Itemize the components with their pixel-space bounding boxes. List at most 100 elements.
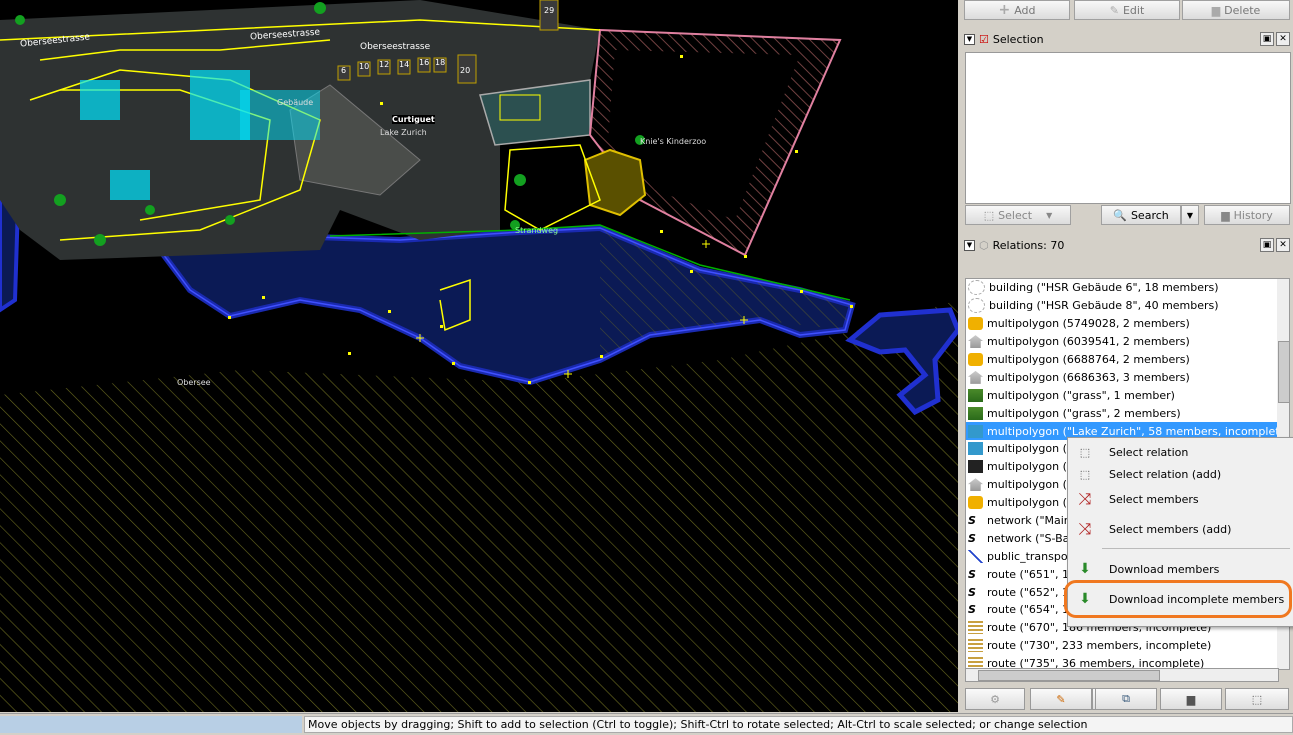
map-canvas[interactable] bbox=[0, 0, 958, 712]
menu-select-members-add[interactable]: ⤨ Select members (add) bbox=[1068, 516, 1293, 542]
route-icon: S bbox=[968, 585, 976, 599]
relation-label: multipolygon ("Lake Zurich", 58 members,… bbox=[987, 424, 1279, 438]
delete-button[interactable]: ▆ Delete bbox=[1182, 0, 1290, 20]
relation-label: route ("654", 19 bbox=[987, 603, 1076, 617]
building-label: Gebäude bbox=[277, 98, 314, 107]
scrollbar-thumb[interactable] bbox=[1278, 341, 1290, 403]
stairs-icon bbox=[968, 639, 983, 653]
stairs-icon bbox=[968, 621, 983, 635]
collapse-toggle-icon[interactable]: ▼ bbox=[964, 239, 975, 251]
relation-label: multipolygon ("grass", 1 member) bbox=[987, 388, 1175, 402]
relation-list-item[interactable]: multipolygon (6039541, 2 members) bbox=[966, 333, 1278, 351]
search-dropdown-button[interactable]: ▼ bbox=[1181, 205, 1199, 225]
route-icon: S bbox=[968, 567, 976, 581]
water-icon bbox=[968, 424, 983, 438]
search-icon: 🔍 bbox=[1113, 208, 1127, 222]
pencil-icon: ✎ bbox=[1109, 3, 1119, 17]
building-icon bbox=[968, 280, 985, 296]
relations-horizontal-scrollbar[interactable] bbox=[965, 668, 1279, 682]
menu-separator bbox=[1102, 548, 1290, 549]
relations-panel-header: ▼ ⬡ Relations: 70 ▣ ✕ bbox=[964, 236, 1290, 254]
relation-label: building ("HSR Gebäude 6", 18 members) bbox=[989, 281, 1219, 295]
multipolygon-icon bbox=[968, 496, 983, 510]
status-bar: Move objects by dragging; Shift to add t… bbox=[0, 713, 1293, 735]
select-relation-button[interactable]: ⬚ bbox=[1225, 688, 1289, 710]
house-number: 16 bbox=[419, 58, 430, 67]
house-number: 14 bbox=[399, 60, 410, 69]
map-view[interactable]: Oberseestrasse Oberseestrasse Oberseestr… bbox=[0, 0, 958, 712]
route-icon: S bbox=[968, 531, 976, 545]
place-label: Curtiguet bbox=[392, 115, 435, 124]
relation-list-item[interactable]: multipolygon (6686363, 3 members) bbox=[966, 368, 1278, 386]
grass-icon bbox=[968, 406, 983, 420]
scrollbar-thumb[interactable] bbox=[978, 670, 1160, 681]
add-button[interactable]: + Add bbox=[964, 0, 1070, 20]
house-icon bbox=[968, 370, 983, 384]
water-icon bbox=[968, 442, 983, 456]
grass-icon bbox=[968, 388, 983, 402]
menu-select-relation-add[interactable]: ⬚ Select relation (add) bbox=[1068, 461, 1293, 487]
history-button[interactable]: ▆ History bbox=[1204, 205, 1290, 225]
selection-icon: ☑ bbox=[979, 32, 989, 46]
multipolygon-icon bbox=[968, 353, 983, 366]
status-text: Move objects by dragging; Shift to add t… bbox=[304, 716, 1293, 733]
relation-label: multipolygon ("grass", 2 members) bbox=[987, 406, 1181, 420]
chevron-down-icon: ▼ bbox=[1046, 210, 1053, 220]
relation-list-item[interactable]: multipolygon (5749028, 2 members) bbox=[966, 315, 1278, 333]
house-number: 12 bbox=[379, 60, 390, 69]
selection-panel-header: ▼ ☑ Selection ▣ ✕ bbox=[964, 30, 1290, 48]
trash-icon: ▆ bbox=[1211, 3, 1221, 17]
delete-relation-button[interactable]: ▆ bbox=[1160, 688, 1222, 710]
relation-label: route ("730", 233 members, incomplete) bbox=[987, 639, 1212, 653]
collapse-toggle-icon[interactable]: ▼ bbox=[964, 33, 975, 45]
new-relation-button[interactable]: ⚙ bbox=[965, 688, 1025, 710]
menu-download-members[interactable]: ⬇ Download members bbox=[1068, 556, 1293, 582]
duplicate-relation-button[interactable]: ⧉ bbox=[1095, 688, 1157, 710]
relation-list-item[interactable]: route ("730", 233 members, incomplete) bbox=[966, 637, 1278, 655]
relation-label: multipolygon (6688764, 2 members) bbox=[987, 353, 1190, 366]
edit-relation-button[interactable]: ✎ bbox=[1030, 688, 1092, 710]
transport-icon bbox=[968, 549, 983, 563]
dock-icon[interactable]: ▣ bbox=[1260, 32, 1274, 46]
close-icon[interactable]: ✕ bbox=[1276, 32, 1290, 46]
route-icon: S bbox=[968, 514, 976, 528]
plus-icon: + bbox=[998, 2, 1011, 18]
duplicate-icon: ⧉ bbox=[1122, 692, 1130, 705]
select-icon: ⬚ bbox=[983, 208, 995, 222]
selection-list[interactable] bbox=[965, 52, 1291, 204]
relation-list-item[interactable]: building ("HSR Gebäude 6", 18 members) bbox=[966, 279, 1278, 297]
download-icon: ⬇ bbox=[1079, 561, 1091, 577]
dock-icon[interactable]: ▣ bbox=[1260, 238, 1274, 252]
relation-label: building ("HSR Gebäude 8", 40 members) bbox=[989, 299, 1219, 313]
house-number: 10 bbox=[359, 62, 370, 71]
edit-icon: ✎ bbox=[1056, 692, 1066, 706]
progress-area bbox=[0, 716, 302, 733]
history-icon: ▆ bbox=[1221, 208, 1230, 222]
house-number: 29 bbox=[544, 6, 555, 15]
edit-button[interactable]: ✎ Edit bbox=[1074, 0, 1180, 20]
street-label: Oberseestrasse bbox=[360, 42, 431, 52]
house-number: 6 bbox=[341, 66, 347, 75]
house-number: 20 bbox=[460, 66, 471, 75]
select-button[interactable]: ⬚ Select ▼ bbox=[965, 205, 1071, 225]
relation-list-item[interactable]: multipolygon ("grass", 2 members) bbox=[966, 404, 1278, 422]
relation-label: route ("652", 13 bbox=[987, 585, 1076, 599]
relation-label: route ("651", 15 bbox=[987, 567, 1076, 581]
search-button[interactable]: 🔍 Search bbox=[1101, 205, 1181, 225]
rail-icon bbox=[968, 460, 983, 474]
trash-icon: ▆ bbox=[1186, 692, 1196, 706]
close-icon[interactable]: ✕ bbox=[1276, 238, 1290, 252]
relation-list-item[interactable]: building ("HSR Gebäude 8", 40 members) bbox=[966, 297, 1278, 315]
relation-label: public_transport bbox=[987, 549, 1077, 563]
select-cursor-icon: ⬚ bbox=[1079, 445, 1091, 459]
menu-select-members[interactable]: ⤨ Select members bbox=[1068, 486, 1293, 512]
obersee-label: Obersee bbox=[177, 378, 211, 387]
select-icon: ⬚ bbox=[1251, 692, 1263, 706]
relation-label: multipolygon (6686363, 3 members) bbox=[987, 370, 1190, 384]
path-label: Strandweg bbox=[515, 226, 559, 235]
highlight-annotation bbox=[1064, 580, 1292, 618]
relation-list-item[interactable]: multipolygon (6688764, 2 members) bbox=[966, 351, 1278, 369]
relation-list-item[interactable]: multipolygon ("grass", 1 member) bbox=[966, 386, 1278, 404]
select-cursor-icon: ⬚ bbox=[1079, 467, 1091, 481]
house-number: 18 bbox=[435, 58, 446, 67]
